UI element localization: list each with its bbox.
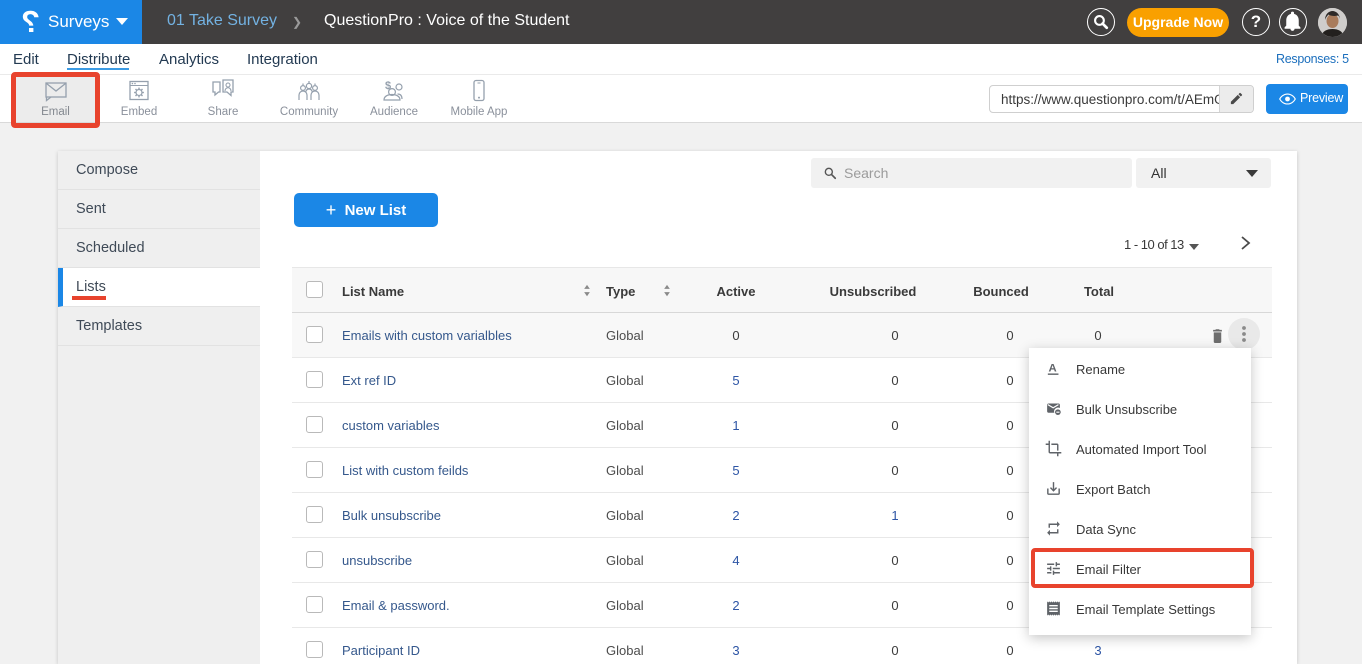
svg-text:A: A bbox=[1049, 362, 1057, 374]
svg-text:$: $ bbox=[385, 80, 391, 92]
